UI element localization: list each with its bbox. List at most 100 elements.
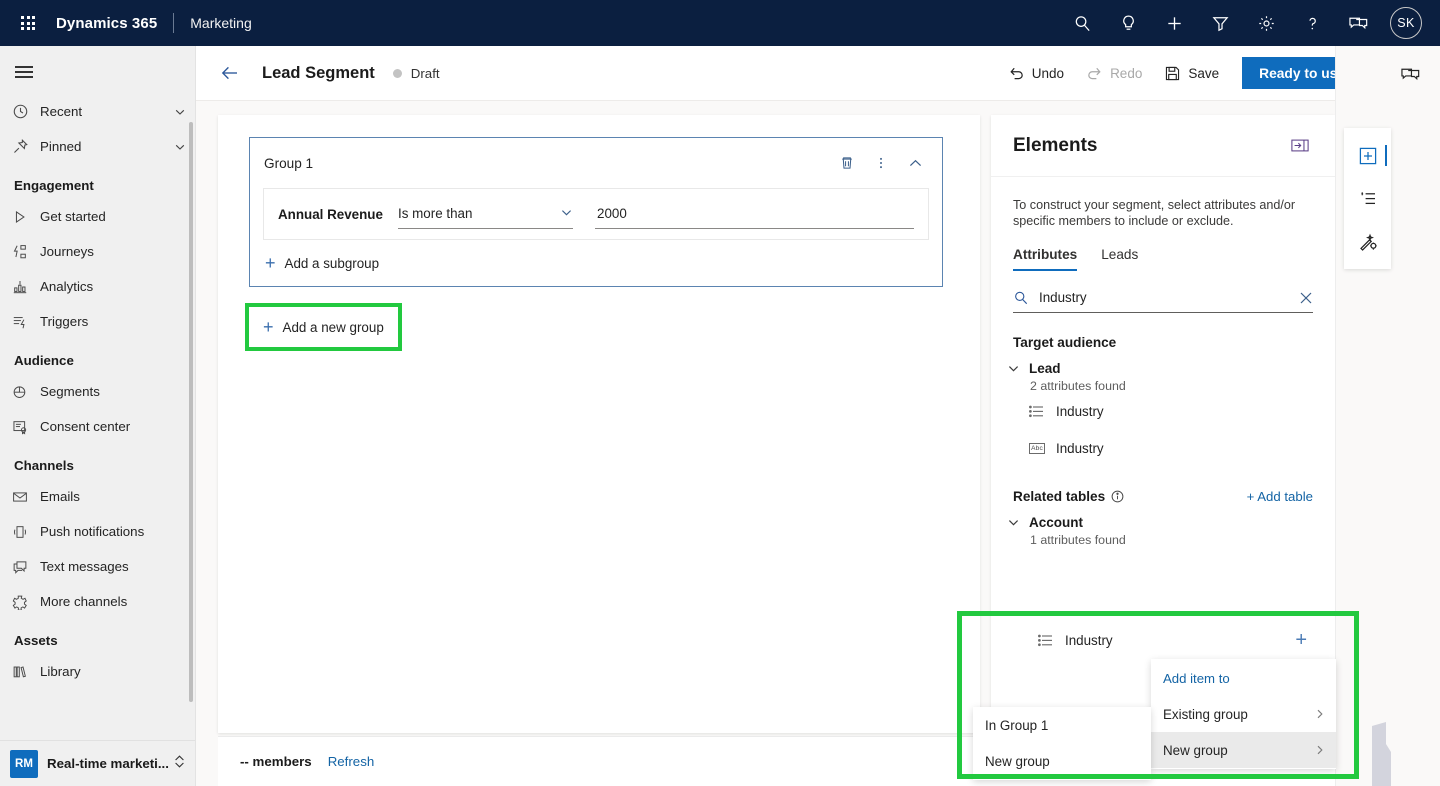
- sidebar-item-segments[interactable]: Segments: [0, 374, 195, 409]
- clear-search-button[interactable]: [1299, 291, 1313, 305]
- sidebar-toggle-button[interactable]: [0, 50, 48, 94]
- app-launcher-button[interactable]: [12, 7, 44, 39]
- help-button[interactable]: [1290, 0, 1334, 46]
- more-vertical-icon: [880, 157, 882, 169]
- group-more-options-button[interactable]: [868, 150, 894, 176]
- related-tables-heading: Related tables: [1013, 489, 1106, 504]
- add-subgroup-button[interactable]: + Add a subgroup: [250, 240, 942, 286]
- play-icon: [12, 209, 40, 225]
- save-button[interactable]: Save: [1153, 56, 1230, 90]
- insights-button[interactable]: [1106, 0, 1150, 46]
- sidebar-item-more-channels[interactable]: More channels: [0, 584, 195, 619]
- tab-leads[interactable]: Leads: [1101, 247, 1138, 271]
- elements-panel-header: Elements: [991, 115, 1335, 177]
- area-switcher[interactable]: RM Real-time marketi...: [0, 740, 195, 786]
- attribute-label: Industry: [1056, 404, 1104, 419]
- status-dot-icon: [392, 68, 402, 78]
- trash-icon: [842, 157, 852, 169]
- sidebar-scroll-area: Recent Pinned Engagement Get started Jou…: [0, 94, 195, 742]
- back-button[interactable]: [212, 55, 248, 91]
- feedback-button[interactable]: [1336, 0, 1380, 46]
- attribute-item-lead-industry-text[interactable]: Abc Industry: [991, 430, 1335, 467]
- sidebar-item-recent[interactable]: Recent: [0, 94, 195, 129]
- save-label: Save: [1188, 65, 1220, 81]
- context-menu-item-existing-group[interactable]: Existing group: [1151, 696, 1336, 732]
- add-new-group-button[interactable]: + Add a new group: [245, 303, 402, 351]
- condition-value-input[interactable]: [595, 199, 914, 229]
- rail-attributes-button[interactable]: [1344, 177, 1391, 220]
- attribute-label: Industry: [1065, 632, 1113, 648]
- settings-button[interactable]: [1244, 0, 1288, 46]
- sidebar-item-emails[interactable]: Emails: [0, 479, 195, 514]
- chevron-down-icon[interactable]: [165, 106, 195, 118]
- choice-list-icon: [1038, 634, 1054, 647]
- tree-node-account[interactable]: Account: [991, 504, 1335, 530]
- info-icon[interactable]: [1111, 490, 1124, 503]
- sidebar-item-push-notifications[interactable]: Push notifications: [0, 514, 195, 549]
- delete-group-button[interactable]: [834, 150, 860, 176]
- top-nav-actions: SK: [1060, 0, 1428, 46]
- sidebar-label-get-started: Get started: [40, 209, 106, 224]
- sidebar-item-text-messages[interactable]: Text messages: [0, 549, 195, 584]
- redo-button[interactable]: Redo: [1075, 56, 1153, 90]
- sidebar-item-analytics[interactable]: Analytics: [0, 269, 195, 304]
- segments-icon: [12, 384, 40, 400]
- add-subgroup-label: Add a subgroup: [284, 255, 380, 271]
- sidebar-scrollbar[interactable]: [189, 122, 193, 702]
- collapse-group-button[interactable]: [902, 150, 928, 176]
- avatar[interactable]: SK: [1390, 7, 1422, 39]
- lightbulb-icon: [1122, 14, 1134, 30]
- search-input[interactable]: [1039, 290, 1289, 305]
- sidebar-item-consent-center[interactable]: Consent center: [0, 409, 195, 444]
- undo-button[interactable]: Undo: [997, 56, 1075, 90]
- feedback-icon: [1348, 17, 1367, 29]
- envelope-icon: [12, 489, 40, 505]
- rail-magic-wand-button[interactable]: [1344, 220, 1391, 263]
- clock-icon: [12, 103, 40, 120]
- context-menu-label: New group: [1163, 742, 1228, 758]
- status-badge: Draft: [392, 66, 440, 81]
- search-button[interactable]: [1060, 0, 1104, 46]
- tree-node-lead[interactable]: Lead: [991, 350, 1335, 376]
- triggers-icon: [12, 314, 40, 330]
- refresh-link[interactable]: Refresh: [328, 754, 375, 769]
- sidebar-item-journeys[interactable]: Journeys: [0, 234, 195, 269]
- sidebar-item-triggers[interactable]: Triggers: [0, 304, 195, 339]
- rail-add-element-button[interactable]: [1344, 134, 1391, 177]
- context-menu-item-new-group[interactable]: New group: [1151, 732, 1336, 768]
- hamburger-icon: [15, 63, 33, 81]
- command-bar: Lead Segment Draft Undo Redo Save Ready …: [196, 46, 1440, 101]
- sidebar-item-pinned[interactable]: Pinned: [0, 129, 195, 164]
- redo-label: Redo: [1110, 65, 1143, 81]
- members-count: -- members: [240, 754, 312, 769]
- group-header: Group 1: [250, 138, 942, 188]
- sidebar-item-library[interactable]: Library: [0, 654, 195, 689]
- brand-divider: [173, 13, 175, 33]
- application-root: Dynamics 365 Marketing SK Recent Pinned …: [0, 0, 1440, 786]
- submenu-item-in-group-1[interactable]: In Group 1: [973, 707, 1151, 743]
- group-actions: [834, 150, 928, 176]
- tab-attributes[interactable]: Attributes: [1013, 247, 1078, 271]
- condition-attribute-label: Annual Revenue: [278, 206, 383, 222]
- gear-icon: [1258, 15, 1274, 31]
- new-button[interactable]: [1152, 0, 1196, 46]
- condition-operator-select[interactable]: Is more than: [398, 200, 573, 229]
- collapse-panel-button[interactable]: [1287, 133, 1313, 159]
- top-navigation-bar: Dynamics 365 Marketing SK: [0, 0, 1440, 46]
- condition-row: Annual Revenue Is more than: [263, 188, 929, 240]
- waffle-icon: [21, 16, 35, 30]
- add-attribute-button[interactable]: +: [1295, 630, 1307, 650]
- group-title: Group 1: [264, 155, 314, 171]
- chevron-down-icon: [560, 206, 573, 222]
- sidebar-item-get-started[interactable]: Get started: [0, 199, 195, 234]
- filter-button[interactable]: [1198, 0, 1242, 46]
- attribute-search-box: [1013, 283, 1313, 313]
- submenu-item-new-group[interactable]: New group: [973, 743, 1151, 779]
- elements-panel-title: Elements: [1013, 134, 1098, 156]
- attribute-item-lead-industry-choice[interactable]: Industry: [991, 393, 1335, 430]
- add-table-button[interactable]: + Add table: [1247, 489, 1313, 504]
- rail-feedback-button[interactable]: [1394, 58, 1426, 90]
- attribute-item-account-industry[interactable]: Industry +: [993, 622, 1323, 658]
- chat-icon: [12, 559, 40, 575]
- canvas-scroll-indicator[interactable]: [1372, 722, 1391, 786]
